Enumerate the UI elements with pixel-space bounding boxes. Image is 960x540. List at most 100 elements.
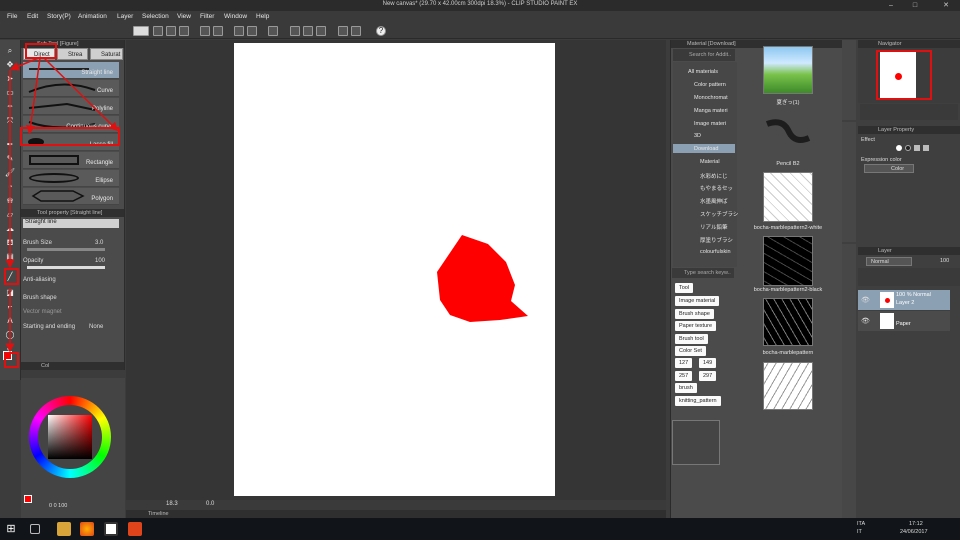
eye-icon[interactable]: 👁: [861, 317, 870, 325]
material-thumb[interactable]: [763, 112, 813, 157]
tree-item[interactable]: スケッチブラシ: [700, 210, 738, 218]
text-icon[interactable]: A: [4, 316, 16, 326]
antialiasing-row[interactable]: Anti-aliasing: [23, 277, 119, 290]
clock-date[interactable]: 24/06/2017: [900, 529, 928, 535]
decoration-icon[interactable]: ❀: [4, 196, 16, 206]
navigator-controls[interactable]: [860, 104, 958, 120]
fill-tool-icon[interactable]: ⛾: [4, 238, 16, 248]
auto-select-icon[interactable]: ✦: [4, 102, 16, 112]
material-thumb[interactable]: [763, 362, 813, 410]
subtool-polygon[interactable]: Polygon: [23, 188, 119, 205]
tree-item[interactable]: 水墨風伸ば: [700, 197, 728, 205]
clear-icon[interactable]: [234, 26, 244, 36]
tab-saturate[interactable]: Saturat: [90, 48, 123, 60]
tag-tool[interactable]: Tool: [675, 283, 694, 293]
tree-item[interactable]: 厚塗りブラシ: [700, 236, 733, 244]
subtool-curve[interactable]: Curve: [23, 80, 119, 97]
eyedropper-icon[interactable]: ⤧: [4, 116, 16, 126]
tree-item[interactable]: colourfulskin: [700, 249, 731, 255]
subtool-polyline[interactable]: Polyline: [23, 98, 119, 115]
tree-item[interactable]: Image materi: [694, 121, 726, 127]
subtool-straight-line[interactable]: Straight line: [23, 62, 119, 79]
redo-icon[interactable]: [213, 26, 223, 36]
fill-icon[interactable]: [247, 26, 257, 36]
close-button[interactable]: ✕: [935, 0, 957, 11]
material-thumb[interactable]: [763, 298, 813, 346]
tree-item[interactable]: もやまるセッ: [700, 184, 733, 192]
clock-time[interactable]: 17:12: [909, 521, 923, 527]
menu-file[interactable]: File: [7, 13, 17, 20]
pencil-icon[interactable]: ✎: [4, 154, 16, 164]
start-end-row[interactable]: Starting and ending None: [23, 324, 119, 337]
selection-launcher-icon[interactable]: [338, 26, 348, 36]
tag-search[interactable]: Type search keyw..: [672, 268, 734, 278]
brush-icon[interactable]: 🖌: [4, 168, 16, 178]
brush-size-value[interactable]: 3.0: [95, 240, 103, 246]
windows-start-icon[interactable]: ⊞: [4, 522, 18, 536]
tree-item[interactable]: リアル鉛筆: [700, 223, 727, 231]
subtool-ellipse[interactable]: Ellipse: [23, 170, 119, 187]
angle-value[interactable]: 0.0: [206, 501, 214, 507]
layer-toolbar[interactable]: [858, 268, 960, 286]
tag-paper-texture[interactable]: Paper texture: [675, 321, 717, 331]
blend-icon[interactable]: ☁: [4, 224, 16, 234]
firefox-icon[interactable]: [80, 522, 94, 536]
material-search[interactable]: Search for Addit..: [673, 49, 735, 61]
clip-studio-taskbar-icon[interactable]: [104, 522, 118, 536]
timeline-label[interactable]: Timeline: [148, 511, 169, 517]
eraser-icon[interactable]: ▱: [4, 210, 16, 220]
zoom-icon[interactable]: ⌕: [4, 46, 16, 56]
tree-item[interactable]: Material: [700, 159, 720, 165]
brush-shape-row[interactable]: Brush shape: [23, 295, 119, 308]
tree-item[interactable]: Monochromat: [694, 95, 728, 101]
brush-size-slider[interactable]: [27, 248, 105, 251]
layer-row-paper[interactable]: 👁 Paper: [858, 311, 950, 331]
ruler-icon[interactable]: [351, 26, 361, 36]
tree-item[interactable]: 3D: [694, 133, 701, 139]
menu-help[interactable]: Help: [256, 13, 269, 20]
eye-icon[interactable]: 👁: [861, 296, 870, 304]
invert-icon[interactable]: [316, 26, 326, 36]
menu-selection[interactable]: Selection: [142, 13, 169, 20]
tag-297[interactable]: 297: [699, 371, 717, 381]
tag-127[interactable]: 127: [675, 358, 693, 368]
layer-opacity[interactable]: 100: [940, 258, 949, 264]
operation-icon[interactable]: ➤: [4, 74, 16, 84]
balloon-icon[interactable]: ◯: [4, 330, 16, 340]
selection-icon[interactable]: ▭: [4, 88, 16, 98]
tab-stream[interactable]: Strea: [57, 48, 88, 60]
menu-filter[interactable]: Filter: [200, 13, 214, 20]
open-icon[interactable]: [166, 26, 176, 36]
menu-edit[interactable]: Edit: [27, 13, 38, 20]
new-icon[interactable]: [153, 26, 163, 36]
frame-border-icon[interactable]: ◪: [4, 288, 16, 298]
layer-row-layer2[interactable]: 👁 100 % Normal Layer 2: [858, 290, 950, 310]
task-view-icon[interactable]: [30, 524, 40, 534]
color-panel-tab[interactable]: Col: [21, 362, 124, 370]
lang-code[interactable]: ITA: [857, 521, 865, 527]
tree-item-selected[interactable]: Download: [694, 146, 718, 152]
tree-item[interactable]: 水彩めにじ: [700, 172, 728, 180]
opacity-value[interactable]: 100: [95, 258, 105, 264]
subtool-rectangle[interactable]: Rectangle: [23, 152, 119, 169]
zoom-value[interactable]: 18.3: [166, 501, 178, 507]
tag-149[interactable]: 149: [699, 358, 717, 368]
vector-magnet-row[interactable]: Vector magnet: [23, 309, 119, 322]
material-thumb[interactable]: [763, 236, 813, 286]
menu-story[interactable]: Story(P): [47, 13, 71, 20]
effect-buttons[interactable]: [896, 145, 948, 153]
opacity-slider[interactable]: [27, 266, 105, 269]
current-color-swatch[interactable]: [24, 495, 32, 503]
gradient-icon[interactable]: ▤: [4, 252, 16, 262]
help-icon[interactable]: ?: [376, 26, 386, 36]
menu-window[interactable]: Window: [224, 13, 247, 20]
expression-dropdown[interactable]: Color: [864, 164, 914, 173]
menu-view[interactable]: View: [177, 13, 191, 20]
brush-size-row[interactable]: Brush Size 3.0: [23, 240, 119, 253]
deselect-icon[interactable]: [290, 26, 300, 36]
minimize-button[interactable]: –: [880, 0, 902, 11]
menu-animation[interactable]: Animation: [78, 13, 107, 20]
transform-icon[interactable]: [268, 26, 278, 36]
airbrush-icon[interactable]: ◔: [4, 182, 16, 192]
material-thumb[interactable]: [763, 172, 813, 222]
